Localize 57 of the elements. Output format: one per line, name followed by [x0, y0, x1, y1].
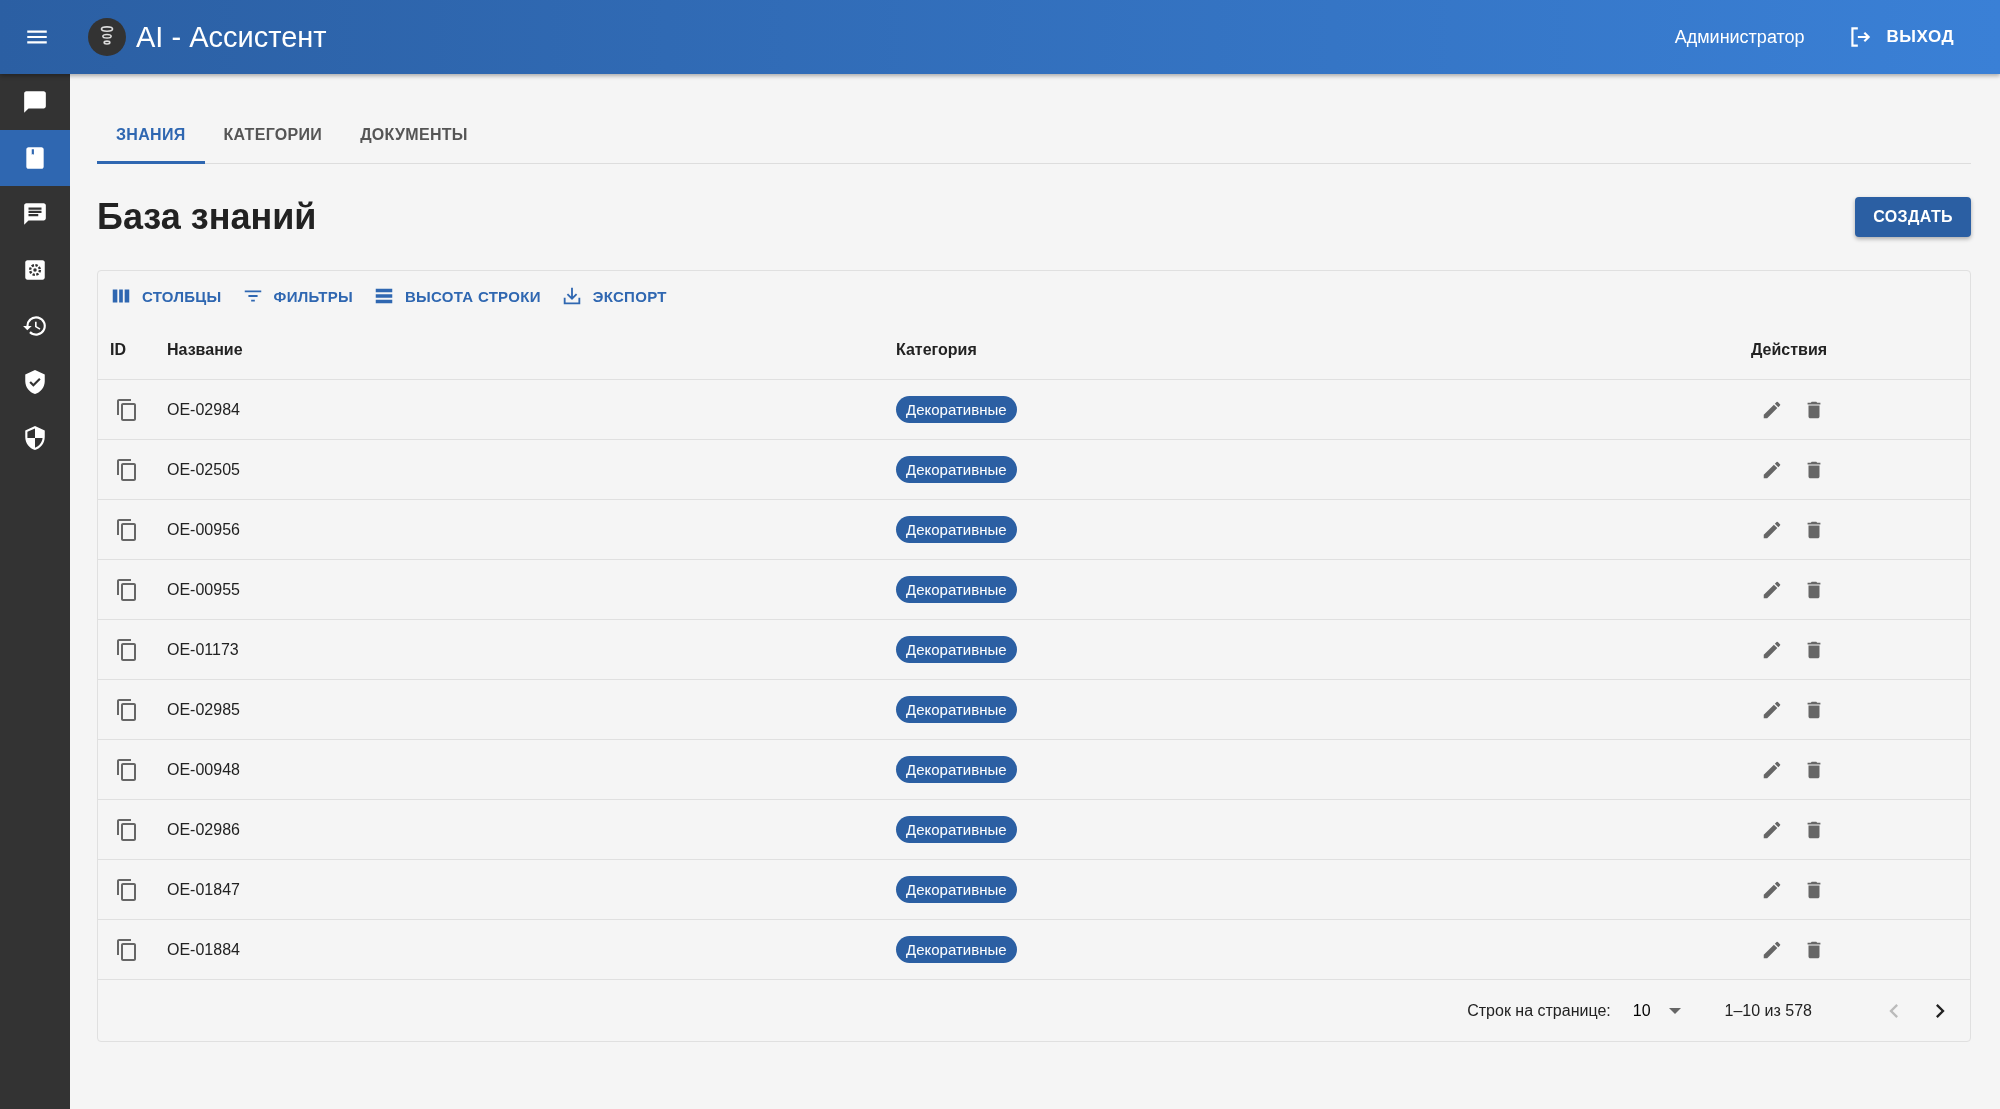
category-chip: Декоративные — [896, 696, 1017, 723]
copy-icon[interactable] — [115, 697, 139, 722]
history-icon — [22, 313, 48, 339]
table-cell-text: OE-02985 — [167, 700, 241, 719]
table-cell-text: OE-02986 — [167, 820, 241, 839]
create-button[interactable]: СОЗДАТЬ — [1855, 197, 1971, 237]
copy-icon[interactable] — [115, 937, 139, 962]
column-header[interactable]: Действия — [1751, 341, 1970, 359]
category-chip: Декоративные — [896, 576, 1017, 603]
dropdown-caret-icon — [1668, 1007, 1681, 1014]
tab[interactable]: ЗНАНИЯ — [97, 110, 205, 164]
category-chip: Декоративные — [896, 456, 1017, 483]
category-chip: Декоративные — [896, 516, 1017, 543]
category-chip: Декоративные — [896, 636, 1017, 663]
column-header[interactable]: ID — [98, 341, 167, 359]
copy-icon[interactable] — [115, 877, 139, 902]
table-cell-text: OE-00948 — [167, 760, 241, 779]
page-title: База знаний — [97, 196, 317, 238]
column-header[interactable]: Название — [167, 341, 896, 359]
tab[interactable]: ДОКУМЕНТЫ — [341, 110, 487, 164]
category-chip: Декоративные — [896, 936, 1017, 963]
toolbar-button[interactable]: ВЫСОТА СТРОКИ — [366, 279, 547, 313]
table-cell-text: OE-01847 — [167, 880, 241, 899]
table-cell-text: OE-01884 — [167, 940, 241, 959]
rows-per-page-select[interactable]: 10 — [1628, 997, 1685, 1024]
category-chip: Декоративные — [896, 876, 1017, 903]
table-cell-text: OE-00955 — [167, 580, 241, 599]
rows-per-page-label: Строк на странице: — [1467, 1001, 1611, 1020]
tab[interactable]: КАТЕГОРИИ — [204, 110, 342, 164]
copy-icon[interactable] — [115, 517, 139, 542]
chat-bubble-icon — [22, 89, 48, 115]
message-icon — [22, 201, 48, 227]
copy-icon[interactable] — [115, 397, 139, 422]
copy-icon[interactable] — [115, 457, 139, 482]
user-name: Администратор — [1674, 26, 1805, 48]
category-chip: Декоративные — [896, 756, 1017, 783]
copy-icon[interactable] — [115, 637, 139, 662]
shield-check-icon — [22, 369, 48, 395]
table-cell-text: OE-02984 — [167, 400, 241, 419]
copy-icon[interactable] — [115, 817, 139, 842]
toolbar-button[interactable]: ФИЛЬТРЫ — [235, 279, 359, 313]
logout-button[interactable]: ВЫХОД — [1838, 18, 1962, 56]
logo-icon — [88, 18, 126, 56]
category-chip: Декоративные — [896, 816, 1017, 843]
copy-icon[interactable] — [115, 577, 139, 602]
app-title: AI - Ассистент — [136, 20, 327, 54]
table-cell-text: OE-02505 — [167, 460, 241, 479]
category-chip: Декоративные — [896, 396, 1017, 423]
table-cell-text: OE-01173 — [167, 640, 240, 659]
pagination-range: 1–10 из 578 — [1724, 1001, 1812, 1020]
table-cell-text: OE-00956 — [167, 520, 241, 539]
shield-icon — [22, 425, 48, 451]
settings-icon — [22, 257, 48, 283]
toolbar-button[interactable]: ЭКСПОРТ — [554, 279, 673, 313]
toolbar-button[interactable]: СТОЛБЦЫ — [104, 279, 228, 313]
column-header[interactable]: Категория — [896, 341, 1751, 359]
copy-icon[interactable] — [115, 757, 139, 782]
